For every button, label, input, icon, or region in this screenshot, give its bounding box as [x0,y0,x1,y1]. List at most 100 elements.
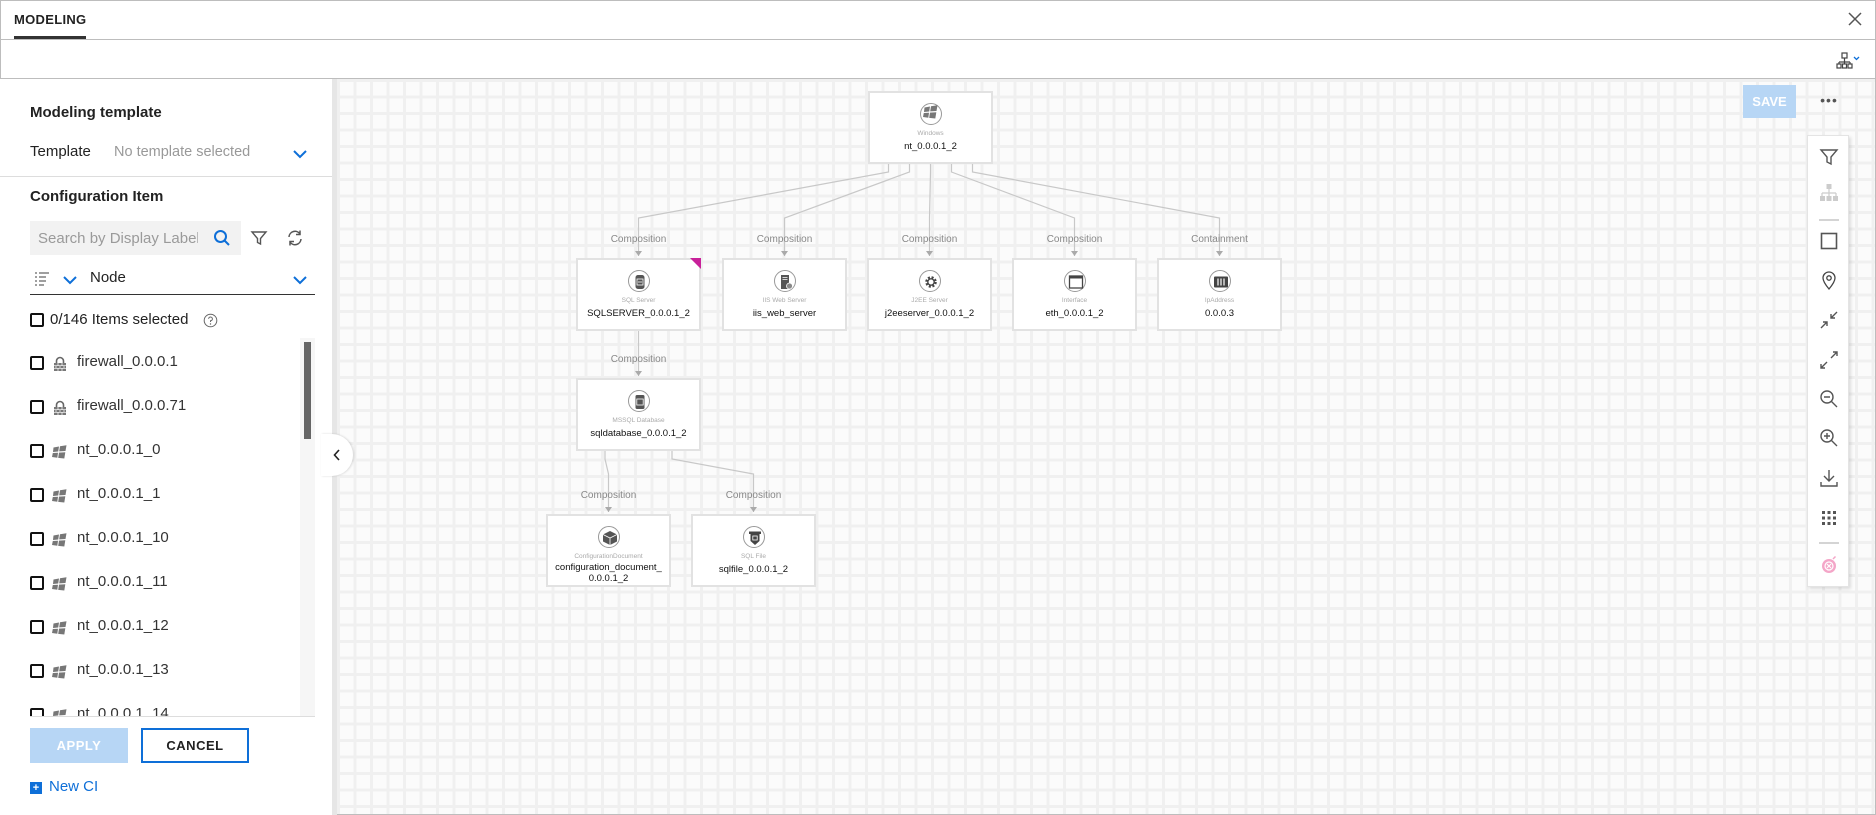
item-checkbox[interactable] [30,444,44,458]
ci-node-j2ee[interactable]: J2EE Server j2eeserver_0.0.0.1_2 [867,258,992,331]
sql-server-icon [627,270,650,292]
item-checkbox[interactable] [30,664,44,678]
list-divider [30,716,315,717]
ci-list-item[interactable]: nt_0.0.0.1_10 [30,528,290,552]
list-view-icon[interactable] [34,271,50,286]
ci-node-ip[interactable]: IpAddress 0.0.0.3 [1157,258,1282,331]
search-icon[interactable] [213,229,231,247]
select-box-icon[interactable] [1818,230,1840,252]
ci-list-item[interactable]: nt_0.0.0.1_11 [30,572,290,596]
template-value: No template selected [114,144,251,160]
configuration-item-title: Configuration Item [30,188,164,205]
toolbar-separator [1819,542,1839,544]
zoom-out-icon[interactable] [1818,388,1840,410]
ci-node-sqldb[interactable]: MSSQL Database sqldatabase_0.0.0.1_2 [576,378,701,451]
more-options-icon[interactable]: ••• [1818,90,1840,112]
edge-label: Composition [756,234,813,245]
item-checkbox[interactable] [30,708,44,716]
node-type: MSSQL Database [612,417,665,424]
item-checkbox[interactable] [30,488,44,502]
ci-list: firewall_0.0.0.1 firewall_0.0.0.71 nt_0.0.… [0,338,316,716]
ci-node-sqlserver[interactable]: SQL Server SQLSERVER_0.0.0.1_2 [576,258,701,331]
cancel-button[interactable]: CANCEL [141,728,249,763]
search-input[interactable] [38,221,198,255]
refresh-icon[interactable] [285,228,305,248]
item-name: nt_0.0.0.1_13 [77,661,169,678]
windows-icon [919,103,942,125]
item-checkbox[interactable] [30,356,44,370]
ci-node-sqlfile[interactable]: SQL File sqlfile_0.0.0.1_2 [691,514,816,587]
node-name: eth_0.0.0.1_2 [1045,308,1104,319]
edge-label: Composition [901,234,958,245]
item-name: nt_0.0.0.1_0 [77,441,161,458]
node-name: sqlfile_0.0.0.1_2 [718,564,789,575]
location-pin-icon[interactable] [1818,269,1840,291]
windows-icon [52,532,68,548]
node-type: Interface [1061,297,1088,304]
canvas-side-toolbar [1807,135,1849,587]
edge-label: Composition [725,490,782,501]
interface-icon [1063,270,1086,292]
node-name: SQLSERVER_0.0.0.1_2 [587,308,690,319]
ci-type-select[interactable]: Node [30,265,315,295]
template-select[interactable]: Template No template selected [30,143,315,163]
node-type: ConfigurationDocument [574,553,643,560]
item-checkbox[interactable] [30,620,44,634]
selection-summary: 0/146 Items selected [50,311,189,328]
close-icon[interactable] [1844,8,1866,30]
collapse-icon[interactable] [1818,309,1840,331]
ip-address-icon [1208,270,1231,292]
ci-list-item[interactable]: nt_0.0.0.1_14 [30,704,290,716]
item-checkbox[interactable] [30,576,44,590]
item-checkbox[interactable] [30,400,44,414]
ci-list-item[interactable]: firewall_0.0.0.1 [30,352,290,376]
plus-icon: + [30,782,42,794]
firewall-icon [52,356,68,372]
node-name: sqldatabase_0.0.0.1_2 [590,428,687,439]
item-checkbox[interactable] [30,532,44,546]
chevron-down-icon[interactable] [292,274,308,286]
windows-icon [52,664,68,680]
node-name: j2eeserver_0.0.0.1_2 [884,308,975,319]
ci-node-confdoc[interactable]: ConfigurationDocument configuration_docum… [546,514,671,587]
ci-list-item[interactable]: nt_0.0.0.1_13 [30,660,290,684]
grid-icon[interactable] [1818,507,1840,529]
download-icon[interactable] [1818,467,1840,489]
expand-icon[interactable] [1818,349,1840,371]
list-scrollbar-thumb[interactable] [304,342,311,439]
edge-label: Composition [610,354,667,365]
ci-list-item[interactable]: nt_0.0.0.1_12 [30,616,290,640]
filter-icon[interactable] [1818,146,1840,168]
item-name: firewall_0.0.0.1 [77,353,178,370]
ci-node-interface[interactable]: Interface eth_0.0.0.1_2 [1012,258,1137,331]
tab-modeling[interactable]: MODELING [14,0,87,39]
search-field [30,221,241,255]
save-button[interactable]: SAVE [1743,85,1796,118]
chevron-down-icon[interactable] [62,274,78,286]
node-flag [690,258,701,269]
ci-node-windows[interactable]: Windows nt_0.0.0.1_2 [868,91,993,164]
target-icon[interactable] [1818,554,1840,576]
edge-label: Composition [1046,234,1103,245]
filter-icon[interactable] [249,228,269,248]
ci-node-iis[interactable]: IIS Web Server iis_web_server [722,258,847,331]
node-type: SQL Server [621,297,656,304]
node-type: Windows [917,130,944,137]
template-label: Template [30,143,91,160]
node-type: J2EE Server [911,297,948,304]
help-icon[interactable] [203,313,218,328]
windows-icon [52,444,68,460]
ci-list-item[interactable]: firewall_0.0.0.71 [30,396,290,420]
ci-list-item[interactable]: nt_0.0.0.1_0 [30,440,290,464]
edge-label: Composition [580,490,637,501]
chevron-left-icon [333,449,340,461]
hierarchy-icon[interactable] [1818,182,1840,204]
chevron-down-icon[interactable] [292,148,308,160]
ci-list-item[interactable]: nt_0.0.0.1_1 [30,484,290,508]
top-toolbar [0,40,1876,79]
layout-hierarchy-icon[interactable] [1836,52,1862,70]
apply-button[interactable]: APPLY [30,728,128,763]
select-all-checkbox[interactable] [30,313,44,327]
zoom-in-icon[interactable] [1818,427,1840,449]
model-canvas[interactable] [337,79,1875,814]
